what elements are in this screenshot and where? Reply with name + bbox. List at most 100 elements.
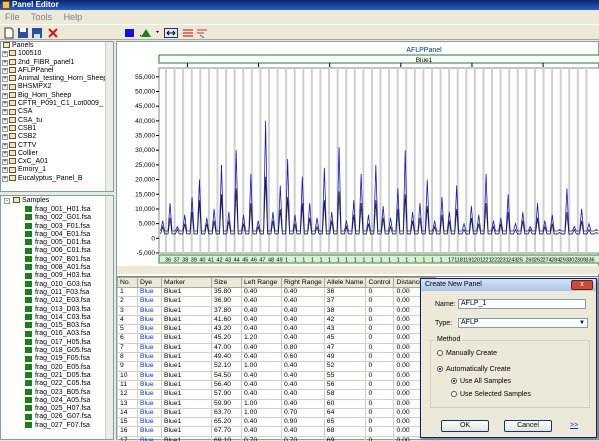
bin-label[interactable]: 38: [182, 258, 188, 264]
bin-label[interactable]: 1: [345, 258, 348, 264]
bin-label[interactable]: 1: [380, 258, 383, 264]
menu-file[interactable]: File: [5, 12, 20, 22]
table-row[interactable]: 14BlueBlue163.701.000.706400.00: [118, 408, 436, 417]
sample-item[interactable]: frag_006_C01.fsa: [1, 247, 113, 255]
bin-label[interactable]: 1: [414, 258, 417, 264]
chevron-down-icon[interactable]: ▼: [578, 319, 586, 327]
bin-label[interactable]: 25: [517, 258, 523, 264]
table-row[interactable]: 2BlueBlue136.900.400.403700.00: [118, 297, 436, 306]
bins-icon[interactable]: [182, 27, 194, 39]
samples-root[interactable]: -Samples: [1, 196, 113, 206]
bin-label[interactable]: 47: [259, 258, 265, 264]
close-button[interactable]: x: [571, 280, 593, 290]
panel-item[interactable]: +Collier: [1, 150, 113, 158]
sample-item[interactable]: frag_020_E05.fsa: [1, 364, 113, 372]
expand-icon[interactable]: +: [2, 126, 8, 132]
table-row[interactable]: 15BlueBlue165.200.400.906500.00: [118, 418, 436, 427]
table-row[interactable]: 11BlueBlue156.400.400.405600.00: [118, 380, 436, 389]
fit-width-icon[interactable]: [164, 27, 178, 39]
bin-label[interactable]: 42: [216, 258, 222, 264]
expand-icon[interactable]: +: [2, 51, 8, 57]
menu-help[interactable]: Help: [64, 12, 83, 22]
panel-item[interactable]: +AFLPPanel: [1, 67, 113, 75]
bin-label[interactable]: 39: [191, 258, 197, 264]
type-select[interactable]: AFLP ▼: [458, 318, 588, 328]
panel-item[interactable]: +CxC_A01: [1, 158, 113, 166]
sample-item[interactable]: frag_012_E03.fsa: [1, 297, 113, 305]
chart-scrollbar[interactable]: [117, 266, 599, 274]
bin-label[interactable]: 336: [585, 258, 594, 264]
table-row[interactable]: 6BlueBlue145.201.200.404500.00: [118, 334, 436, 343]
sample-item[interactable]: frag_018_G05.fsa: [1, 347, 113, 355]
name-field[interactable]: AFLP_1: [458, 299, 586, 309]
sample-item[interactable]: frag_023_B05.fsa: [1, 389, 113, 397]
bin-label[interactable]: 1: [405, 258, 408, 264]
cancel-button[interactable]: Cancel: [504, 420, 552, 432]
expand-icon[interactable]: +: [2, 143, 8, 149]
column-header[interactable]: No.: [118, 278, 138, 288]
sample-item[interactable]: frag_016_A03.fsa: [1, 330, 113, 338]
panel-item[interactable]: +Animal_testing_Horn_Sheep: [1, 75, 113, 83]
bin-label[interactable]: 1: [328, 258, 331, 264]
expand-icon[interactable]: +: [2, 109, 8, 115]
align-icon[interactable]: [196, 27, 208, 39]
table-row[interactable]: 3BlueBlue137.800.400.403800.00: [118, 306, 436, 315]
column-header[interactable]: Right Range: [282, 278, 325, 288]
samples-scrollbar[interactable]: [105, 196, 113, 439]
bin-label[interactable]: 1: [302, 258, 305, 264]
bin-label[interactable]: 1: [422, 258, 425, 264]
panel-item[interactable]: +Eucalyptus_Panel_B: [1, 175, 113, 183]
expand-icon[interactable]: +: [2, 167, 8, 173]
bin-label[interactable]: 43: [225, 258, 231, 264]
sample-item[interactable]: frag_027_F07.fsa: [1, 422, 113, 430]
bin-label[interactable]: 46: [251, 258, 257, 264]
bin-label[interactable]: 1: [431, 258, 434, 264]
sample-item[interactable]: frag_021_D05.fsa: [1, 372, 113, 380]
column-header[interactable]: Size: [212, 278, 242, 288]
column-header[interactable]: Dye: [138, 278, 162, 288]
bin-label[interactable]: 36: [165, 258, 171, 264]
expand-icon[interactable]: +: [2, 159, 8, 165]
panels-tree[interactable]: Panels +100510+2nd_FIBR_panel1+AFLPPanel…: [0, 41, 114, 192]
table-row[interactable]: 5BlueBlue143.200.400.404300.00: [118, 325, 436, 334]
table-row[interactable]: 7BlueBlue147.000.400.804700.00: [118, 343, 436, 352]
bin-label[interactable]: 1: [319, 258, 322, 264]
panel-item[interactable]: +100510: [1, 50, 113, 58]
expand-icon[interactable]: +: [2, 68, 8, 74]
samples-tree[interactable]: -Samples frag_001_H01.fsafrag_002_G01.fs…: [0, 195, 114, 440]
column-header[interactable]: Control: [366, 278, 394, 288]
expand-icon[interactable]: +: [2, 76, 8, 82]
table-row[interactable]: 8BlueBlue149.400.400.604900.00: [118, 353, 436, 362]
table-row[interactable]: 1BlueBlue135.800.400.403600.00: [118, 288, 436, 297]
bin-label[interactable]: 1: [354, 258, 357, 264]
bin-label[interactable]: 1: [294, 258, 297, 264]
expand-icon[interactable]: +: [2, 60, 8, 66]
more-button[interactable]: >>: [570, 422, 578, 429]
panels-scrollbar[interactable]: [105, 42, 113, 191]
table-row[interactable]: 16BlueBlue167.700.400.406800.00: [118, 427, 436, 436]
sample-item[interactable]: frag_019_F05.fsa: [1, 355, 113, 363]
expand-icon[interactable]: +: [2, 93, 8, 99]
new-icon[interactable]: [3, 27, 15, 39]
panel-item[interactable]: +2nd_FIBR_panel1: [1, 59, 113, 67]
dye-dropdown-icon[interactable]: [140, 27, 162, 39]
table-row[interactable]: 4BlueBlue141.600.400.404200.00: [118, 315, 436, 324]
sample-item[interactable]: frag_002_G01.fsa: [1, 214, 113, 222]
bin-label[interactable]: 1: [440, 258, 443, 264]
bin-label[interactable]: 1: [371, 258, 374, 264]
sample-item[interactable]: frag_025_H07.fsa: [1, 405, 113, 413]
expand-icon[interactable]: +: [2, 101, 8, 107]
table-row[interactable]: 17BlueBlue169.100.700.706900.00: [118, 436, 436, 441]
panel-item[interactable]: +Big_Horn_Sheep: [1, 92, 113, 100]
sample-item[interactable]: frag_005_D01.fsa: [1, 239, 113, 247]
bin-label[interactable]: 41: [208, 258, 214, 264]
sample-item[interactable]: frag_004_E01.fsa: [1, 231, 113, 239]
panel-item[interactable]: +CTTV: [1, 142, 113, 150]
expand-icon[interactable]: +: [2, 134, 8, 140]
sample-item[interactable]: frag_001_H01.fsa: [1, 206, 113, 214]
sample-item[interactable]: frag_013_D03.fsa: [1, 306, 113, 314]
bin-label[interactable]: 1: [397, 258, 400, 264]
sample-item[interactable]: frag_022_C05.fsa: [1, 380, 113, 388]
sample-item[interactable]: frag_011_F03.fsa: [1, 289, 113, 297]
panel-item[interactable]: +CSB1: [1, 125, 113, 133]
